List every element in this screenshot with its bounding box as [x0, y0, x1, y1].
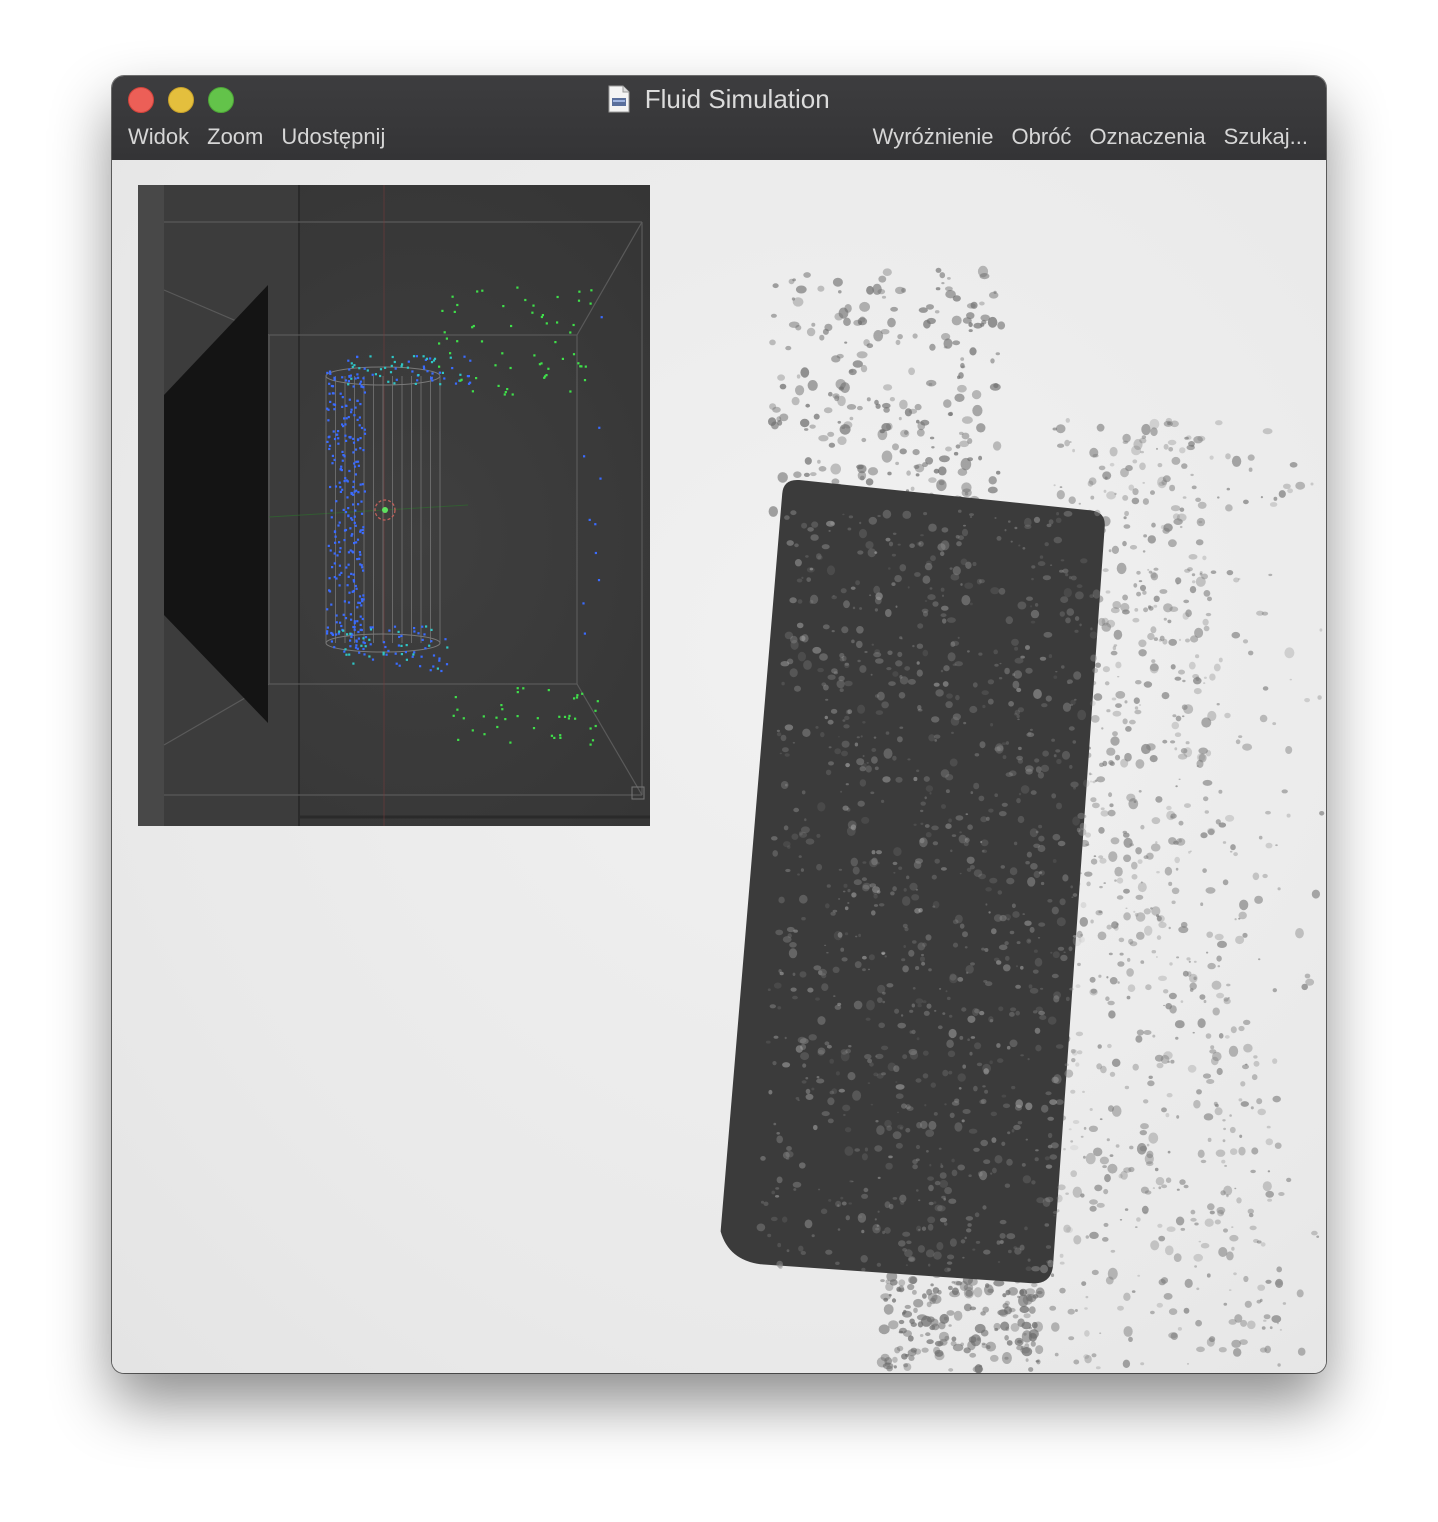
menu-oznaczenia[interactable]: Oznaczenia — [1089, 122, 1205, 152]
fluid-render-image — [672, 250, 1326, 1373]
app-window: Fluid Simulation Widok Zoom Udostępnij W… — [112, 76, 1326, 1373]
menu-wyroznienie[interactable]: Wyróżnienie — [873, 122, 994, 152]
toolbar-left: Widok Zoom Udostępnij — [128, 122, 403, 152]
toolbar-right: Wyróżnienie Obróć Oznaczenia Szukaj... — [855, 122, 1308, 152]
window-title: Fluid Simulation — [644, 84, 830, 114]
menu-udostepnij[interactable]: Udostępnij — [281, 122, 385, 152]
viewport-3d-image — [138, 185, 650, 826]
fluid-render-icon — [720, 265, 1325, 1373]
menu-obroc[interactable]: Obróć — [1012, 122, 1072, 152]
title-bar: Fluid Simulation Widok Zoom Udostępnij W… — [112, 76, 1326, 161]
viewport-3d-icon — [138, 185, 650, 826]
window-title-area: Fluid Simulation — [112, 82, 1326, 116]
menu-zoom[interactable]: Zoom — [207, 122, 263, 152]
search-field[interactable]: Szukaj... — [1224, 122, 1308, 152]
document-content — [112, 160, 1326, 1373]
document-icon — [608, 85, 630, 113]
menu-widok[interactable]: Widok — [128, 122, 189, 152]
